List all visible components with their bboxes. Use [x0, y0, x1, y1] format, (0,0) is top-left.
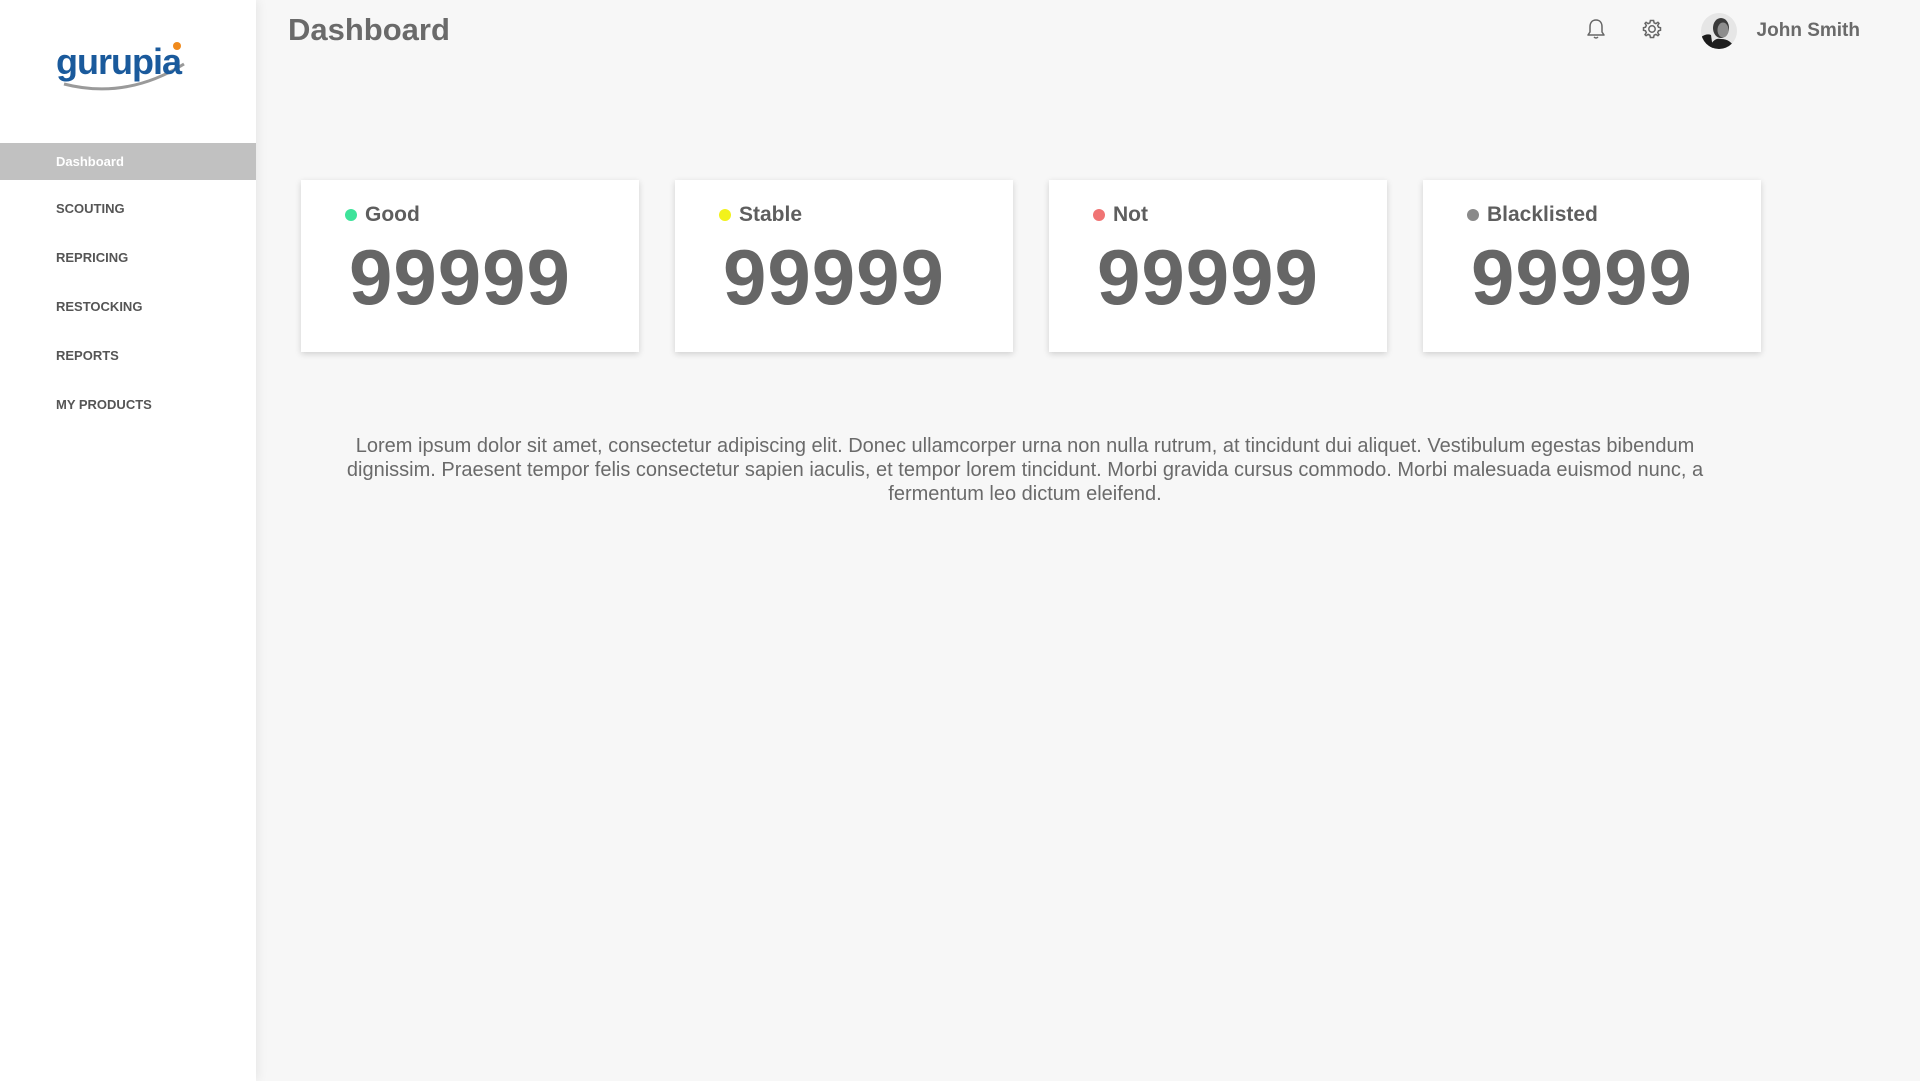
stat-value-stable: 99999 [723, 233, 945, 321]
sidebar: gurupia Dashboard SCOUTING REPRICING RES… [0, 0, 256, 1081]
gurupia-logo[interactable]: gurupia [56, 36, 196, 98]
stat-value-not: 99999 [1097, 233, 1319, 321]
topbar-actions: John Smith [1583, 12, 1860, 50]
sidebar-item-my-products[interactable]: MY PRODUCTS [0, 386, 256, 423]
sidebar-item-restocking[interactable]: RESTOCKING [0, 288, 256, 325]
stat-label-text: Blacklisted [1487, 203, 1598, 226]
stat-label-text: Not [1113, 203, 1148, 226]
stat-card-blacklisted[interactable]: Blacklisted 99999 [1423, 180, 1761, 352]
sidebar-item-scouting[interactable]: SCOUTING [0, 190, 256, 227]
stat-label-text: Good [365, 203, 420, 226]
stat-card-good[interactable]: Good 99999 [301, 180, 639, 352]
stat-label-not: Not [1093, 203, 1148, 227]
notifications-button[interactable] [1583, 18, 1609, 44]
status-dot-yellow [719, 209, 731, 221]
avatar[interactable] [1700, 13, 1737, 49]
sidebar-nav: Dashboard SCOUTING REPRICING RESTOCKING … [0, 143, 256, 435]
gear-icon [1641, 18, 1663, 45]
status-dot-red [1093, 209, 1105, 221]
stat-label-good: Good [345, 203, 420, 227]
stat-value-good: 99999 [349, 233, 571, 321]
page-title: Dashboard [288, 12, 450, 47]
status-dot-green [345, 209, 357, 221]
stat-card-stable[interactable]: Stable 99999 [675, 180, 1013, 352]
stat-card-not[interactable]: Not 99999 [1049, 180, 1387, 352]
status-dot-gray [1467, 209, 1479, 221]
user-name[interactable]: John Smith [1757, 20, 1860, 42]
bell-icon [1586, 18, 1606, 45]
sidebar-item-repricing[interactable]: REPRICING [0, 239, 256, 276]
stat-value-blacklisted: 99999 [1471, 233, 1693, 321]
dashboard-description: Lorem ipsum dolor sit amet, consectetur … [346, 435, 1704, 505]
sidebar-item-reports[interactable]: REPORTS [0, 337, 256, 374]
stat-label-stable: Stable [719, 203, 802, 227]
settings-button[interactable] [1639, 18, 1665, 44]
stat-label-text: Stable [739, 203, 803, 226]
stat-label-blacklisted: Blacklisted [1467, 203, 1598, 227]
logo-wordmark: gurupia [56, 41, 183, 82]
sidebar-item-dashboard[interactable]: Dashboard [0, 143, 256, 180]
